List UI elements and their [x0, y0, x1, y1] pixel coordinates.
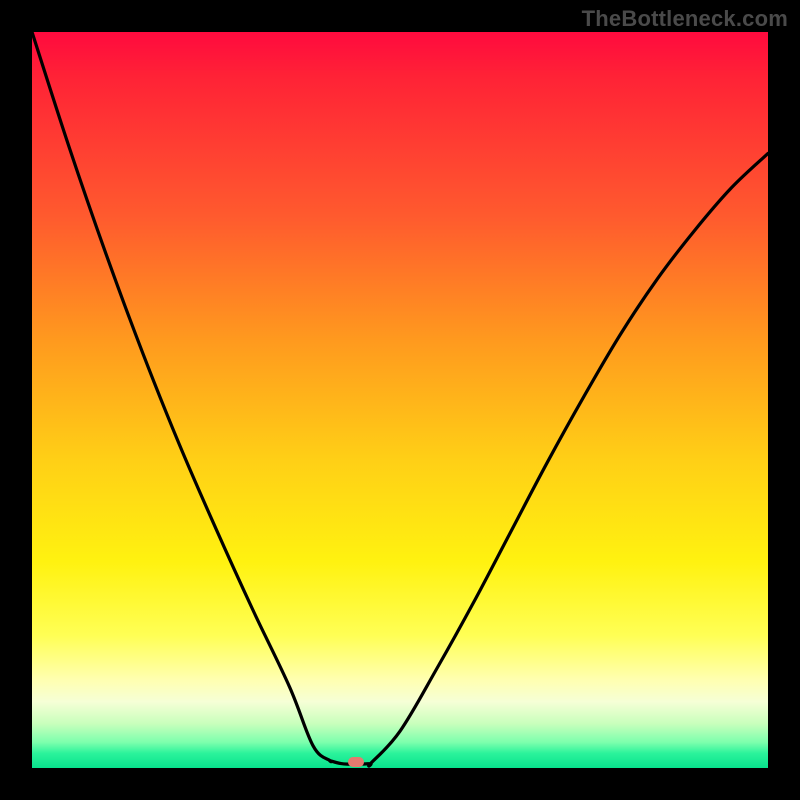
watermark-text: TheBottleneck.com	[582, 6, 788, 32]
plot-area	[32, 32, 768, 768]
chart-frame: TheBottleneck.com	[0, 0, 800, 800]
bottleneck-curve	[32, 32, 768, 768]
optimum-marker	[348, 757, 364, 767]
curve-path	[32, 32, 768, 766]
